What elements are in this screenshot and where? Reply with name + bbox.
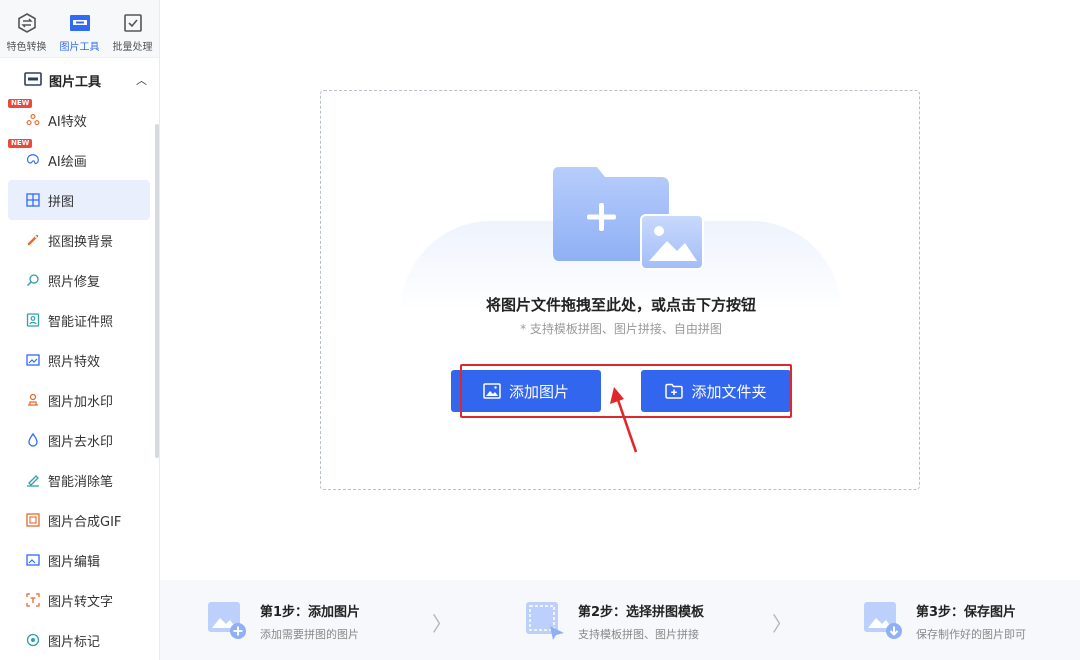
sidebar-item-label: 图片标记 [48,634,101,650]
sidebar-item-cutout[interactable]: 抠图换背景 [8,220,150,260]
sidebar-item-label: 照片修复 [48,274,101,290]
sidebar-item-collage[interactable]: 拼图 [8,180,150,220]
eraser-pen-icon [26,473,40,487]
sidebar-item-label: 图片转文字 [48,594,114,610]
group-header-image-tools[interactable]: 图片工具 ︿ [0,64,159,96]
sidebar-item-mark[interactable]: 图片标记 [8,620,150,660]
steps-bar: 第1步：添加图片 添加需要拼图的图片 〉 第2步：选择拼图模板 支持模板拼图、图… [160,580,1080,660]
red-pointer-arrow [610,387,638,453]
tab-label: 图片工具 [59,42,100,53]
cutout-icon [26,233,40,247]
tab-special-convert[interactable]: 特色转换 [0,0,53,57]
step-title: 第1步：添加图片 [260,605,361,620]
step-desc: 保存制作好的图片即可 [916,628,1026,641]
step-title: 第2步：选择拼图模板 [578,605,705,620]
sidebar-item-ocr[interactable]: 图片转文字 [8,580,150,620]
batch-icon [122,12,144,34]
repair-icon [26,273,40,287]
sidebar: 特色转换 图片工具 批量处理 图片工具 ︿ NEW AI特效 NEW AI绘画 … [0,0,160,660]
step-1: 第1步：添加图片 添加需要拼图的图片 [208,600,360,642]
sidebar-item-label: 抠图换背景 [48,234,114,250]
step-title: 第3步：保存图片 [916,605,1017,620]
tab-label: 批量处理 [112,42,153,53]
sidebar-item-ai-paint[interactable]: NEW AI绘画 [8,139,150,180]
photo-effect-icon [26,353,40,367]
sidebar-item-id-photo[interactable]: 智能证件照 [8,300,150,340]
nav-list: NEW AI特效 NEW AI绘画 拼图 抠图换背景 照片修复 智能证件照 照片… [8,99,150,660]
add-watermark-icon [26,393,40,407]
save-image-step-icon [864,602,902,639]
sidebar-item-label: AI绘画 [48,154,87,170]
sidebar-item-label: 图片加水印 [48,394,114,410]
tab-batch[interactable]: 批量处理 [106,0,159,57]
sidebar-item-edit-image[interactable]: 图片编辑 [8,540,150,580]
chevron-up-icon[interactable]: ︿ [136,72,147,88]
image-tool-icon [24,71,42,90]
sidebar-item-photo-repair[interactable]: 照片修复 [8,260,150,300]
step-desc: 添加需要拼图的图片 [260,628,359,641]
sidebar-item-label: 图片编辑 [48,554,101,570]
folder-image-illustration [545,167,705,281]
sidebar-item-label: 图片去水印 [48,434,114,450]
ai-paint-icon [26,153,40,167]
sidebar-item-gif[interactable]: 图片合成GIF [8,500,150,540]
sidebar-item-remove-watermark[interactable]: 图片去水印 [8,420,150,460]
convert-icon [16,12,38,34]
ai-effect-icon [26,113,40,127]
drop-zone-title: 将图片文件拖拽至此处，或点击下方按钮 [485,296,756,314]
ocr-icon [26,593,40,607]
new-badge: NEW [8,99,33,108]
sidebar-item-label: AI特效 [48,114,87,130]
sidebar-item-add-watermark[interactable]: 图片加水印 [8,380,150,420]
template-step-icon [526,602,564,640]
sidebar-item-label: 智能消除笔 [48,474,114,490]
sidebar-item-photo-effect[interactable]: 照片特效 [8,340,150,380]
sidebar-item-eraser-pen[interactable]: 智能消除笔 [8,460,150,500]
tab-label: 特色转换 [6,42,47,53]
gif-icon [26,513,40,527]
sidebar-item-label: 图片合成GIF [48,514,122,530]
sidebar-item-label: 智能证件照 [48,314,114,330]
group-title: 图片工具 [49,74,102,90]
sidebar-item-label: 照片特效 [48,354,101,370]
sidebar-item-label: 拼图 [48,194,75,210]
remove-watermark-icon [26,433,40,447]
chevron-right-icon: 〉 [772,612,792,636]
step-2: 第2步：选择拼图模板 支持模板拼图、图片拼接 [526,600,704,642]
sidebar-scrollbar[interactable] [155,124,159,458]
image-tool-icon [69,12,91,34]
tab-image-tools[interactable]: 图片工具 [53,0,106,57]
sidebar-item-ai-effect[interactable]: NEW AI特效 [8,99,150,140]
edit-image-icon [26,553,40,567]
mark-icon [26,633,40,647]
step-3: 第3步：保存图片 保存制作好的图片即可 [864,600,1026,642]
step-desc: 支持模板拼图、图片拼接 [578,628,699,641]
top-tabs: 特色转换 图片工具 批量处理 [0,0,159,58]
drop-zone-hint: * 支持模板拼图、图片拼接、自由拼图 [520,322,722,336]
add-image-step-icon [208,602,246,639]
new-badge: NEW [8,139,33,148]
id-photo-icon [26,313,40,327]
collage-icon [26,193,40,207]
chevron-right-icon: 〉 [432,612,452,636]
